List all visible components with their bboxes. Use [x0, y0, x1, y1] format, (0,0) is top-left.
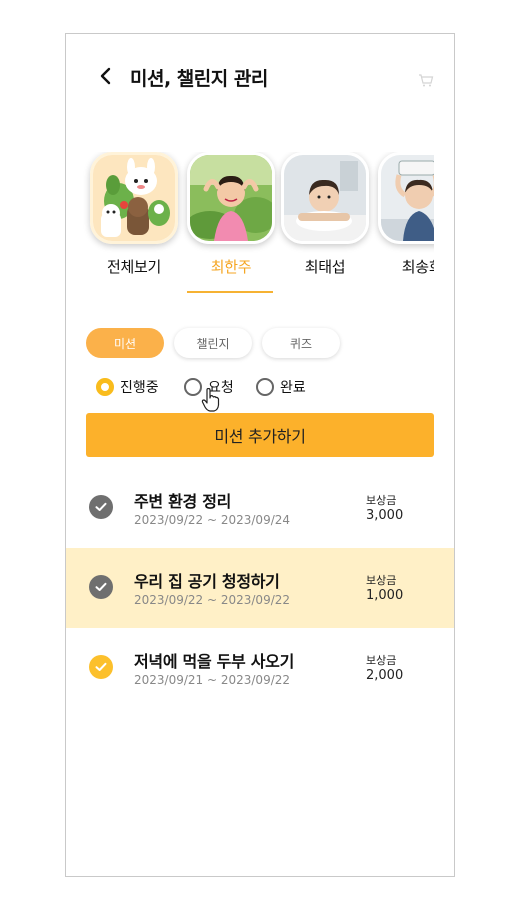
profile-child-2[interactable]: 최태섭 — [281, 152, 369, 277]
app-screen: 미션, 챌린지 관리 전체보기 최한주 최태섭 최송 미션 챌린지 퀴즈 진행중… — [65, 33, 455, 877]
profile-name: 최태섭 — [304, 258, 346, 276]
profile-child-3[interactable]: 최송희 — [378, 152, 434, 277]
check-circle-done-icon[interactable] — [89, 655, 113, 679]
reward-amount: 3,000 — [366, 508, 404, 523]
check-circle-icon[interactable] — [89, 495, 113, 519]
mission-item[interactable]: 주변 환경 정리 2023/09/22 ~ 2023/09/24 보상금 3,0… — [66, 468, 454, 548]
mission-item[interactable]: 저녁에 먹을 두부 사오기 2023/09/21 ~ 2023/09/22 보상… — [66, 628, 454, 708]
profile-name: 전체보기 — [106, 258, 161, 276]
reward-label: 보상금 — [366, 574, 397, 587]
mission-title: 우리 집 공기 청정하기 — [134, 572, 280, 591]
mission-dates: 2023/09/21 ~ 2023/09/22 — [134, 673, 291, 687]
reward-amount: 1,000 — [366, 588, 404, 603]
child-photo — [381, 155, 434, 241]
filter-complete[interactable]: 완료 — [256, 376, 306, 398]
avatar-photo — [378, 152, 434, 244]
profile-carousel[interactable]: 전체보기 최한주 최태섭 최송 — [66, 152, 434, 297]
tab-quiz[interactable]: 퀴즈 — [262, 328, 340, 358]
mission-title: 주변 환경 정리 — [134, 492, 232, 511]
profile-all[interactable]: 전체보기 — [90, 152, 178, 277]
add-mission-button[interactable]: 미션 추가하기 — [86, 413, 434, 457]
header: 미션, 챌린지 관리 — [66, 34, 454, 118]
child-photo — [190, 155, 272, 241]
avatar-photo — [187, 152, 275, 244]
reward-label: 보상금 — [366, 494, 397, 507]
profile-name: 최한주 — [210, 258, 252, 276]
back-arrow-icon[interactable] — [94, 64, 118, 88]
profile-child-1[interactable]: 최한주 — [187, 152, 275, 277]
reward-amount: 2,000 — [366, 668, 404, 683]
mission-dates: 2023/09/22 ~ 2023/09/24 — [134, 513, 291, 527]
avatar-all — [90, 152, 178, 244]
filter-label: 진행중 — [120, 380, 159, 396]
filter-in-progress[interactable]: 진행중 — [96, 376, 159, 398]
filter-label: 요청 — [208, 380, 234, 396]
mission-dates: 2023/09/22 ~ 2023/09/22 — [134, 593, 291, 607]
child-photo — [284, 155, 366, 241]
page-title: 미션, 챌린지 관리 — [130, 68, 268, 90]
filter-label: 완료 — [280, 380, 306, 396]
tab-mission[interactable]: 미션 — [86, 328, 164, 358]
radio-icon — [184, 378, 202, 396]
check-circle-icon[interactable] — [89, 575, 113, 599]
radio-icon — [256, 378, 274, 396]
profile-name: 최송희 — [401, 258, 434, 276]
tab-challenge[interactable]: 챌린지 — [174, 328, 252, 358]
reward-label: 보상금 — [366, 654, 397, 667]
selected-profile-indicator — [187, 291, 273, 293]
mission-title: 저녁에 먹을 두부 사오기 — [134, 652, 295, 671]
filter-request[interactable]: 요청 — [184, 376, 234, 398]
mission-item[interactable]: 우리 집 공기 청정하기 2023/09/22 ~ 2023/09/22 보상금… — [66, 548, 454, 628]
radio-selected-icon — [96, 378, 114, 396]
cart-icon[interactable] — [418, 72, 434, 88]
avatar-photo — [281, 152, 369, 244]
character-illustration — [93, 155, 175, 241]
